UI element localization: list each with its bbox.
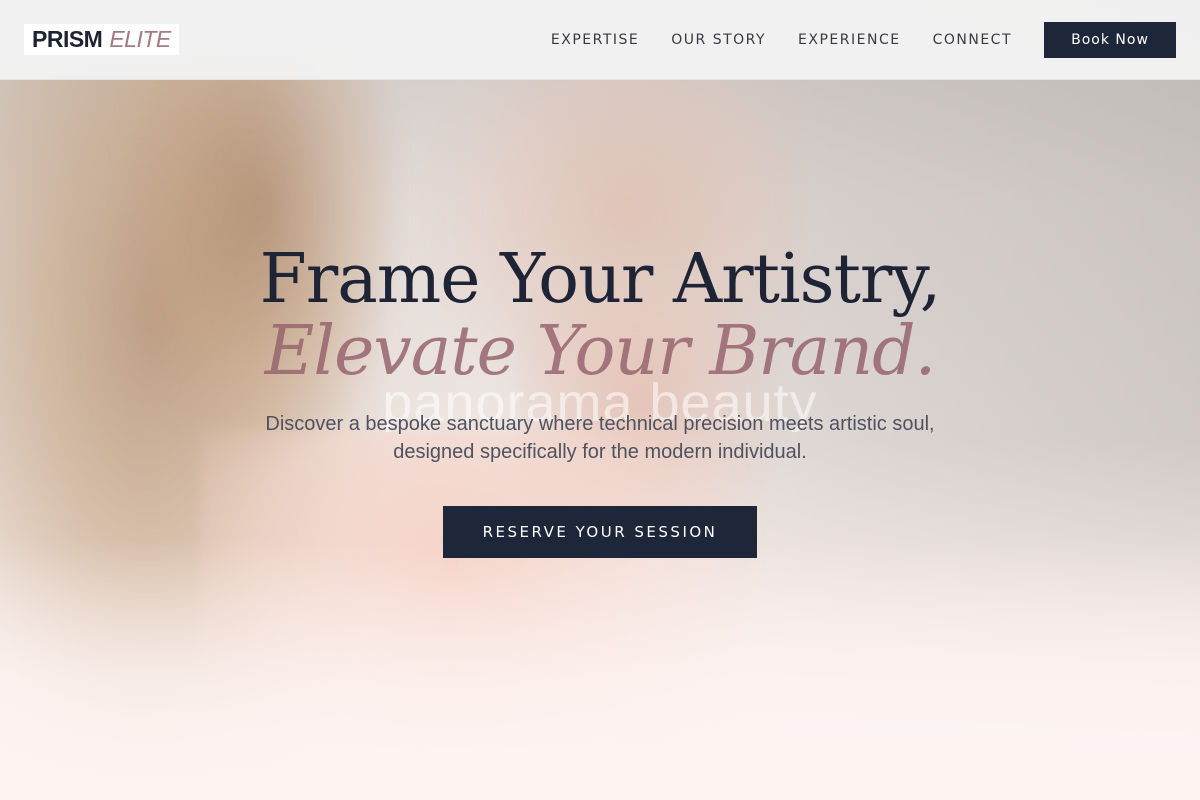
nav-item-connect[interactable]: CONNECT (933, 32, 1012, 48)
hero-headline-italic: Elevate Your Brand. (264, 312, 937, 391)
brand-name-main: PRISM (32, 26, 103, 52)
nav-item-our-story[interactable]: OUR STORY (671, 32, 766, 48)
nav-item-experience[interactable]: EXPERIENCE (798, 32, 901, 48)
hero-headline: Frame Your Artistry, (259, 240, 942, 319)
site-header: PRISM ELITE EXPERTISE OUR STORY EXPERIEN… (0, 0, 1200, 80)
book-now-button[interactable]: Book Now (1044, 21, 1176, 58)
brand-logo[interactable]: PRISM ELITE (24, 24, 179, 55)
nav-item-expertise[interactable]: EXPERTISE (551, 32, 639, 48)
brand-name-sub: ELITE (109, 26, 171, 52)
hero-content: Frame Your Artistry, panorama beauty Ele… (0, 0, 1200, 800)
hero-subtext: Discover a bespoke sanctuary where techn… (265, 413, 935, 463)
reserve-session-button[interactable]: RESERVE YOUR SESSION (443, 506, 757, 558)
main-nav: EXPERTISE OUR STORY EXPERIENCE CONNECT B… (519, 21, 1176, 58)
